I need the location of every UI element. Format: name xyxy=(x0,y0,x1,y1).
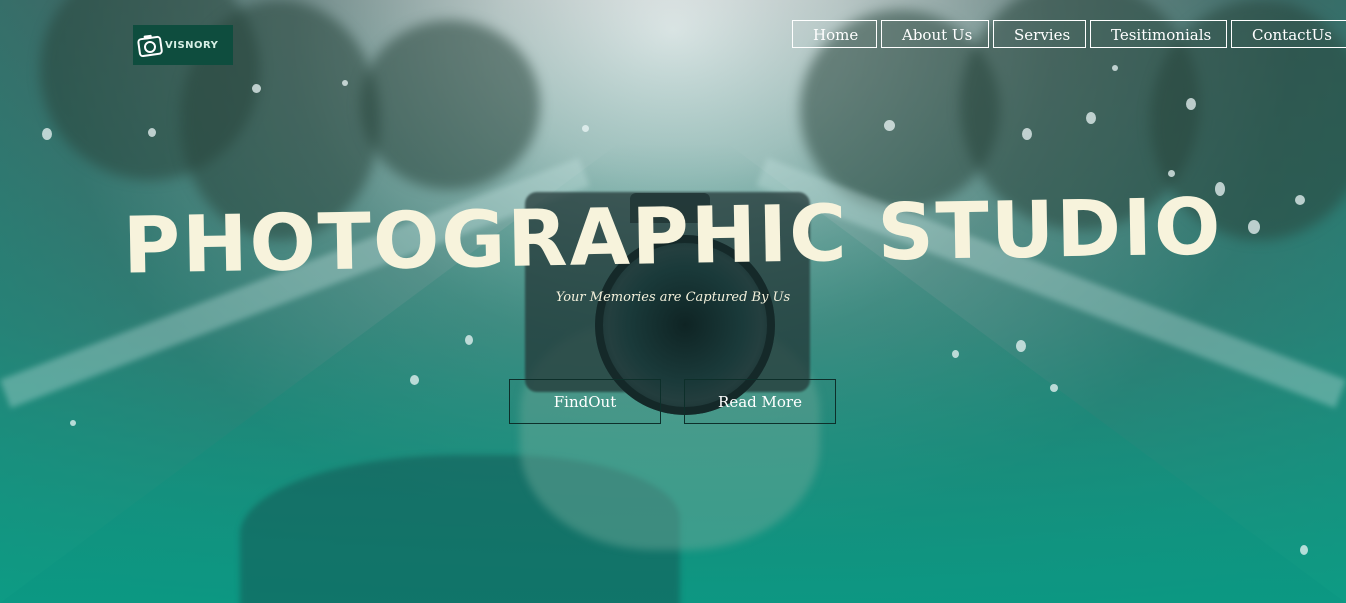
nav-item-home[interactable]: Home xyxy=(792,20,877,48)
snowflake xyxy=(1186,98,1196,110)
snowflake xyxy=(42,128,52,140)
read-more-button[interactable]: Read More xyxy=(684,379,836,424)
hero-title-text: PHOTOGRAPHIC STUDIO xyxy=(122,182,1224,292)
brand-name: VISNORY xyxy=(165,39,219,51)
snowflake xyxy=(1112,65,1118,71)
snowflake xyxy=(1022,128,1032,140)
brand-logo[interactable]: VISNORY xyxy=(133,25,233,65)
camera-icon xyxy=(137,32,163,58)
snowflake xyxy=(1050,384,1058,392)
main-nav: Home About Us Servies Tesitimonials Cont… xyxy=(792,20,1346,48)
snowflake xyxy=(465,335,473,345)
background-tree xyxy=(360,20,540,190)
nav-item-about-us[interactable]: About Us xyxy=(881,20,989,48)
snowflake xyxy=(70,420,76,426)
hero-title: PHOTOGRAPHIC STUDIO xyxy=(0,182,1346,291)
hero-section: VISNORY Home About Us Servies Tesitimoni… xyxy=(0,0,1346,603)
snowflake xyxy=(148,128,156,137)
nav-item-contact-us[interactable]: ContactUs xyxy=(1231,20,1346,48)
snowflake xyxy=(1016,340,1026,352)
snowflake xyxy=(582,125,589,132)
snowflake xyxy=(1168,170,1175,177)
hero-subtitle: Your Memories are Captured By Us xyxy=(555,290,791,305)
snowflake xyxy=(952,350,959,358)
nav-item-services[interactable]: Servies xyxy=(993,20,1086,48)
findout-button[interactable]: FindOut xyxy=(509,379,661,424)
snowflake xyxy=(410,375,419,385)
snowflake xyxy=(1086,112,1096,124)
snowflake xyxy=(884,120,895,131)
snowflake xyxy=(252,84,261,93)
snowflake xyxy=(1300,545,1308,555)
snowflake xyxy=(342,80,348,86)
nav-item-testimonials[interactable]: Tesitimonials xyxy=(1090,20,1227,48)
